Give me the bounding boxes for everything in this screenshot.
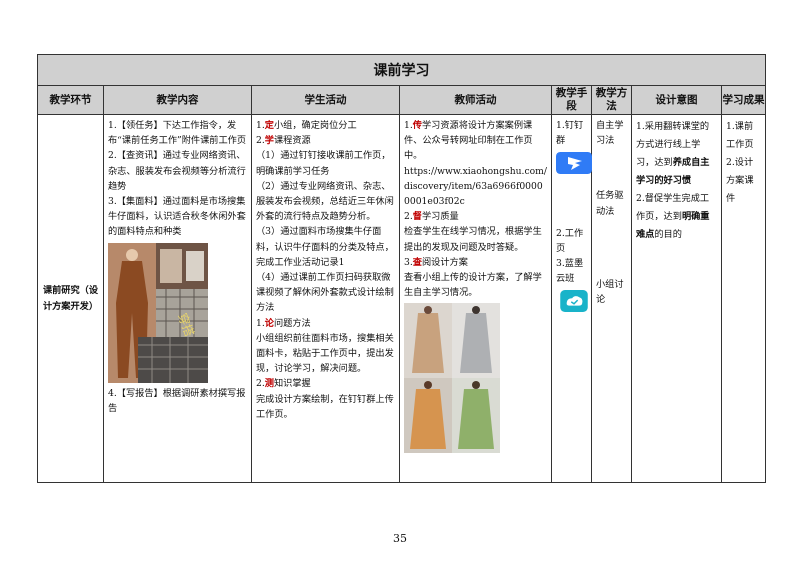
student-line-2: 2.学课程资源 <box>256 135 311 147</box>
outcome-item-2: 2.设计方案课件 <box>726 157 754 204</box>
student-line-5: （3）通过面料市场搜集牛仔面料，认识牛仔面料的分类及特点，完成工作业活动记录1 <box>256 226 394 268</box>
header-content: 教学内容 <box>103 85 252 115</box>
student-line-10: 完成设计方案绘制，在钉钉群上传工作页。 <box>256 393 394 420</box>
student-line-4: （2）通过专业网络资讯、杂志、服装发布会视频，总结近三年休闲外套的流行特点及趋势… <box>256 180 394 223</box>
fabric-collage-photo: 穿搭 <box>108 242 208 383</box>
header-method: 教学方法 <box>591 85 632 115</box>
student-line-9: 2.测知识掌握 <box>256 378 311 390</box>
dingtalk-icon <box>556 152 592 175</box>
header-stage: 教学环节 <box>37 85 104 115</box>
page-number: 35 <box>393 532 407 545</box>
content-item-1: 1.【领任务】下达工作指令，发布“课前任务工作”附件课前工作页 <box>108 120 247 147</box>
teacher-line-3: 检查学生在线学习情况，根据学生提出的发现及问题及时答疑。 <box>404 226 542 253</box>
header-row: 教学环节 教学内容 学生活动 教师活动 教学手段 教学方法 设计意图 学习成果 <box>37 85 766 115</box>
intent-cell: 1.采用翻转课堂的方式进行线上学习，达到养成自主学习的好习惯 2.督促学生完成工… <box>631 114 722 483</box>
method-cell: 自主学习法 任务驱动法 小组讨论 <box>591 114 632 483</box>
body-row: 课前研究（设计方案开发） 1.【领任务】下达工作指令，发布“课前任务工作”附件课… <box>37 114 766 483</box>
intent-item-2: 2.督促学生完成工作页，达到明确重难点的目的 <box>636 193 710 240</box>
student-line-1: 1.定小组，确定岗位分工 <box>256 120 357 131</box>
method-item-3: 小组讨论 <box>596 278 624 306</box>
mosoteach-icon <box>560 290 588 313</box>
student-line-6: （4）通过课前工作页扫码获取微课视频了解休闲外套款式设计绘制方法 <box>256 272 394 314</box>
content-item-3: 3.【集面料】通过面料是市场搜集牛仔面料，认识适合秋冬休闲外套的面料特点和种类 <box>108 196 246 238</box>
means-item-1: 1.钉钉群 <box>556 120 584 147</box>
method-item-2: 任务驱动法 <box>596 190 624 217</box>
teacher-line-4: 3.查阅设计方案 <box>404 256 468 268</box>
header-means: 教学手段 <box>551 85 592 115</box>
student-cell: 1.定小组，确定岗位分工 2.学课程资源 （1）通过钉钉接收课前工作页，明确课前… <box>251 114 400 483</box>
method-item-1: 自主学习法 <box>596 120 624 147</box>
content-item-2: 2.【查资讯】通过专业网络资讯、杂志、服装发布会视频等分析流行趋势 <box>108 150 246 192</box>
content-cell: 1.【领任务】下达工作指令，发布“课前任务工作”附件课前工作页 2.【查资讯】通… <box>103 114 252 483</box>
teacher-line-5: 查看小组上传的设计方案，了解学生自主学习情况。 <box>404 272 542 299</box>
teacher-line-1: 1.传学习资源将设计方案案例课件、公众号转网址印制在工作页中。 <box>404 120 533 162</box>
lesson-plan-table: 课前学习 教学环节 教学内容 学生活动 教师活动 教学手段 教学方法 设计意图 … <box>37 54 766 483</box>
student-line-8: 小组组织前往面料市场，搜集相关面料卡，粘贴于工作页中，提出发现，讨论学习，解决问… <box>256 332 394 375</box>
coat-collage-photo <box>404 303 500 454</box>
teacher-line-2: 2.督学习质量 <box>404 211 459 223</box>
outcome-item-1: 1.课前工作页 <box>726 121 754 150</box>
stage-cell: 课前研究（设计方案开发） <box>37 114 104 483</box>
header-outcome: 学习成果 <box>721 85 766 115</box>
outcome-cell: 1.课前工作页 2.设计方案课件 <box>721 114 766 483</box>
intent-item-1: 1.采用翻转课堂的方式进行线上学习，达到养成自主学习的好习惯 <box>636 121 710 186</box>
means-cell: 1.钉钉群 2.工作页 3.蓝墨云班 <box>551 114 592 483</box>
teacher-url[interactable]: https://www.xiaohongshu.com/discovery/it… <box>404 164 547 210</box>
content-item-4: 4.【写报告】根据调研素材撰写报告 <box>108 387 246 414</box>
student-line-7: 1.论问题方法 <box>256 317 311 329</box>
teacher-cell: 1.传学习资源将设计方案案例课件、公众号转网址印制在工作页中。 https://… <box>399 114 552 483</box>
header-student: 学生活动 <box>251 85 400 115</box>
means-item-3: 3.蓝墨云班 <box>556 258 584 285</box>
means-item-2: 2.工作页 <box>556 227 584 254</box>
student-line-3: （1）通过钉钉接收课前工作页，明确课前学习任务 <box>256 150 391 177</box>
table-title: 课前学习 <box>37 54 766 86</box>
header-teacher: 教师活动 <box>399 85 552 115</box>
header-intent: 设计意图 <box>631 85 722 115</box>
